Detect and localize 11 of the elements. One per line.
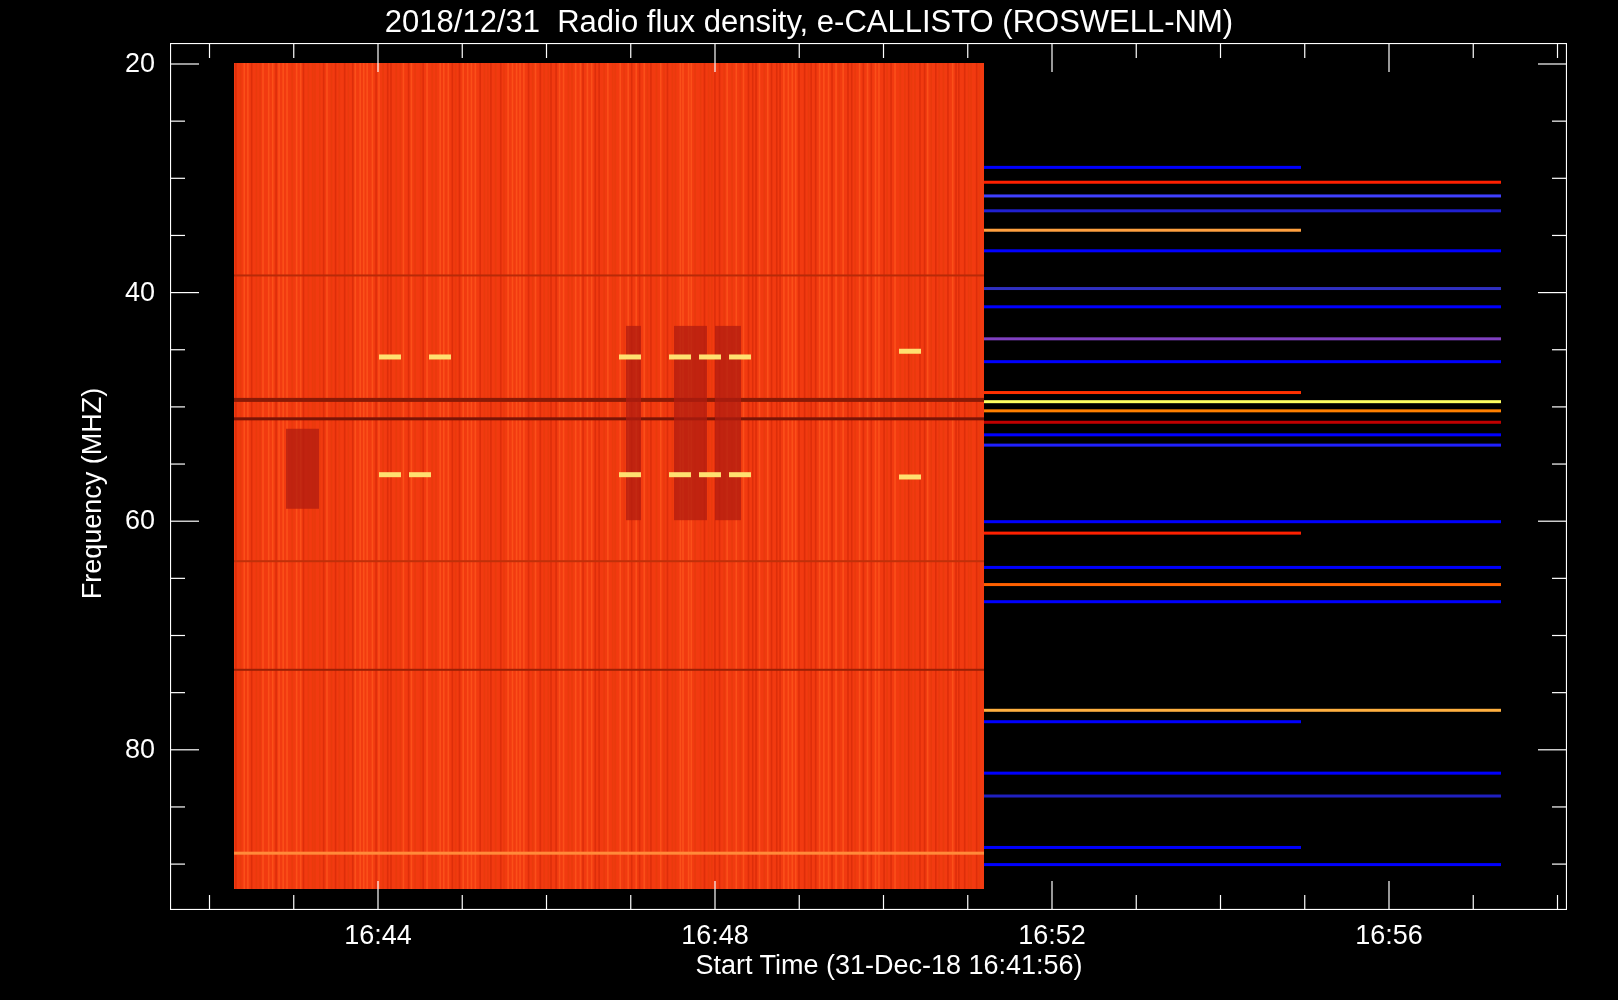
chart-title: 2018/12/31 Radio flux density, e-CALLISTO (ROSWELL-NM) bbox=[384, 6, 1234, 37]
x-tick-label: 16:56 bbox=[1354, 922, 1424, 949]
x-tick-label: 16:48 bbox=[680, 922, 750, 949]
y-tick-label: 60 bbox=[123, 507, 155, 535]
y-tick-label: 80 bbox=[123, 735, 155, 763]
x-axis-label: Start Time (31-Dec-18 16:41:56) bbox=[695, 952, 1083, 979]
x-tick-label: 16:52 bbox=[1017, 922, 1087, 949]
y-axis-label: Frequency (MHZ) bbox=[78, 386, 106, 602]
y-tick-label: 40 bbox=[123, 278, 155, 306]
x-tick-label: 16:44 bbox=[343, 922, 413, 949]
y-tick-label: 20 bbox=[123, 50, 155, 77]
